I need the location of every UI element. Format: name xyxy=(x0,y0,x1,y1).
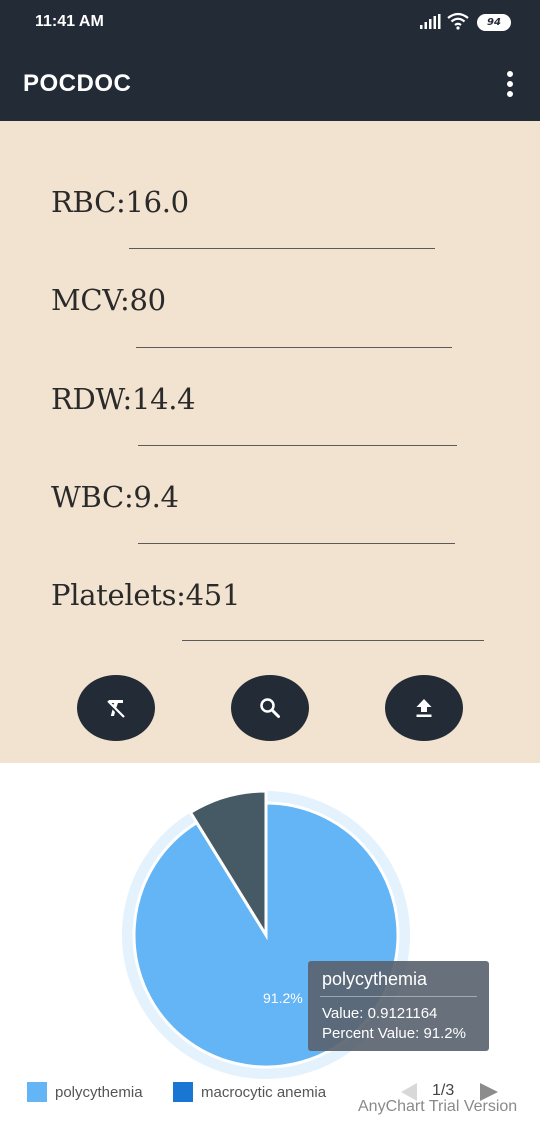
wifi-icon xyxy=(447,12,469,30)
slice-percent-label: 91.2% xyxy=(263,990,303,1006)
legend-swatch xyxy=(27,1082,47,1102)
chart-credit: AnyChart Trial Version xyxy=(358,1098,518,1115)
rbc-label: RBC: xyxy=(51,185,126,219)
mcv-underline xyxy=(136,347,452,348)
rbc-field[interactable]: RBC:16.0 xyxy=(51,185,189,219)
platelets-underline xyxy=(182,640,484,641)
tooltip-value: Value: 0.9121164 xyxy=(322,1005,438,1022)
mcv-field[interactable]: MCV:80 xyxy=(51,283,166,317)
app-bar: POCDOC xyxy=(0,46,540,121)
blood-values-form: RBC:16.0 MCV:80 RDW:14.4 WBC:9.4 Platele… xyxy=(0,121,540,763)
legend-item-polycythemia[interactable]: polycythemia xyxy=(27,1081,143,1103)
more-vert-icon[interactable] xyxy=(500,70,520,98)
chart-tooltip: polycythemia Value: 0.9121164 Percent Va… xyxy=(308,961,489,1051)
legend-item-macrocytic-anemia[interactable]: macrocytic anemia xyxy=(173,1081,326,1103)
rdw-label: RDW: xyxy=(51,382,132,416)
battery-icon: 94 xyxy=(477,14,511,31)
rdw-field[interactable]: RDW:14.4 xyxy=(51,382,196,416)
status-bar: 11:41 AM 94 xyxy=(0,0,540,46)
clear-format-icon xyxy=(107,700,125,718)
tooltip-percent: Percent Value: 91.2% xyxy=(322,1025,466,1042)
battery-level: 94 xyxy=(487,17,501,28)
wbc-value[interactable]: 9.4 xyxy=(133,480,179,514)
platelets-label: Platelets: xyxy=(51,578,186,612)
wbc-label: WBC: xyxy=(51,480,134,514)
mcv-label: MCV: xyxy=(51,283,130,317)
pie-chart xyxy=(122,789,410,1079)
clear-button[interactable] xyxy=(77,675,155,741)
rdw-underline xyxy=(138,445,457,446)
platelets-field[interactable]: Platelets:451 xyxy=(51,578,240,612)
rdw-value[interactable]: 14.4 xyxy=(132,382,196,416)
mcv-value[interactable]: 80 xyxy=(129,283,166,317)
tooltip-title: polycythemia xyxy=(322,969,428,989)
wbc-underline xyxy=(138,543,455,544)
tooltip-divider xyxy=(320,996,477,997)
chart-area xyxy=(0,763,540,1123)
legend-label: polycythemia xyxy=(55,1083,143,1101)
legend-label: macrocytic anemia xyxy=(201,1083,327,1101)
rbc-underline xyxy=(129,248,435,249)
search-button[interactable] xyxy=(231,675,309,741)
status-time: 11:41 AM xyxy=(35,13,104,30)
signal-icon xyxy=(420,14,441,29)
rbc-value[interactable]: 16.0 xyxy=(125,185,189,219)
app-title: POCDOC xyxy=(23,70,132,97)
legend-swatch xyxy=(173,1082,193,1102)
upload-icon xyxy=(416,699,432,717)
upload-button[interactable] xyxy=(385,675,463,741)
platelets-value[interactable]: 451 xyxy=(186,578,241,612)
wbc-field[interactable]: WBC:9.4 xyxy=(51,480,179,514)
search-icon xyxy=(260,698,280,718)
